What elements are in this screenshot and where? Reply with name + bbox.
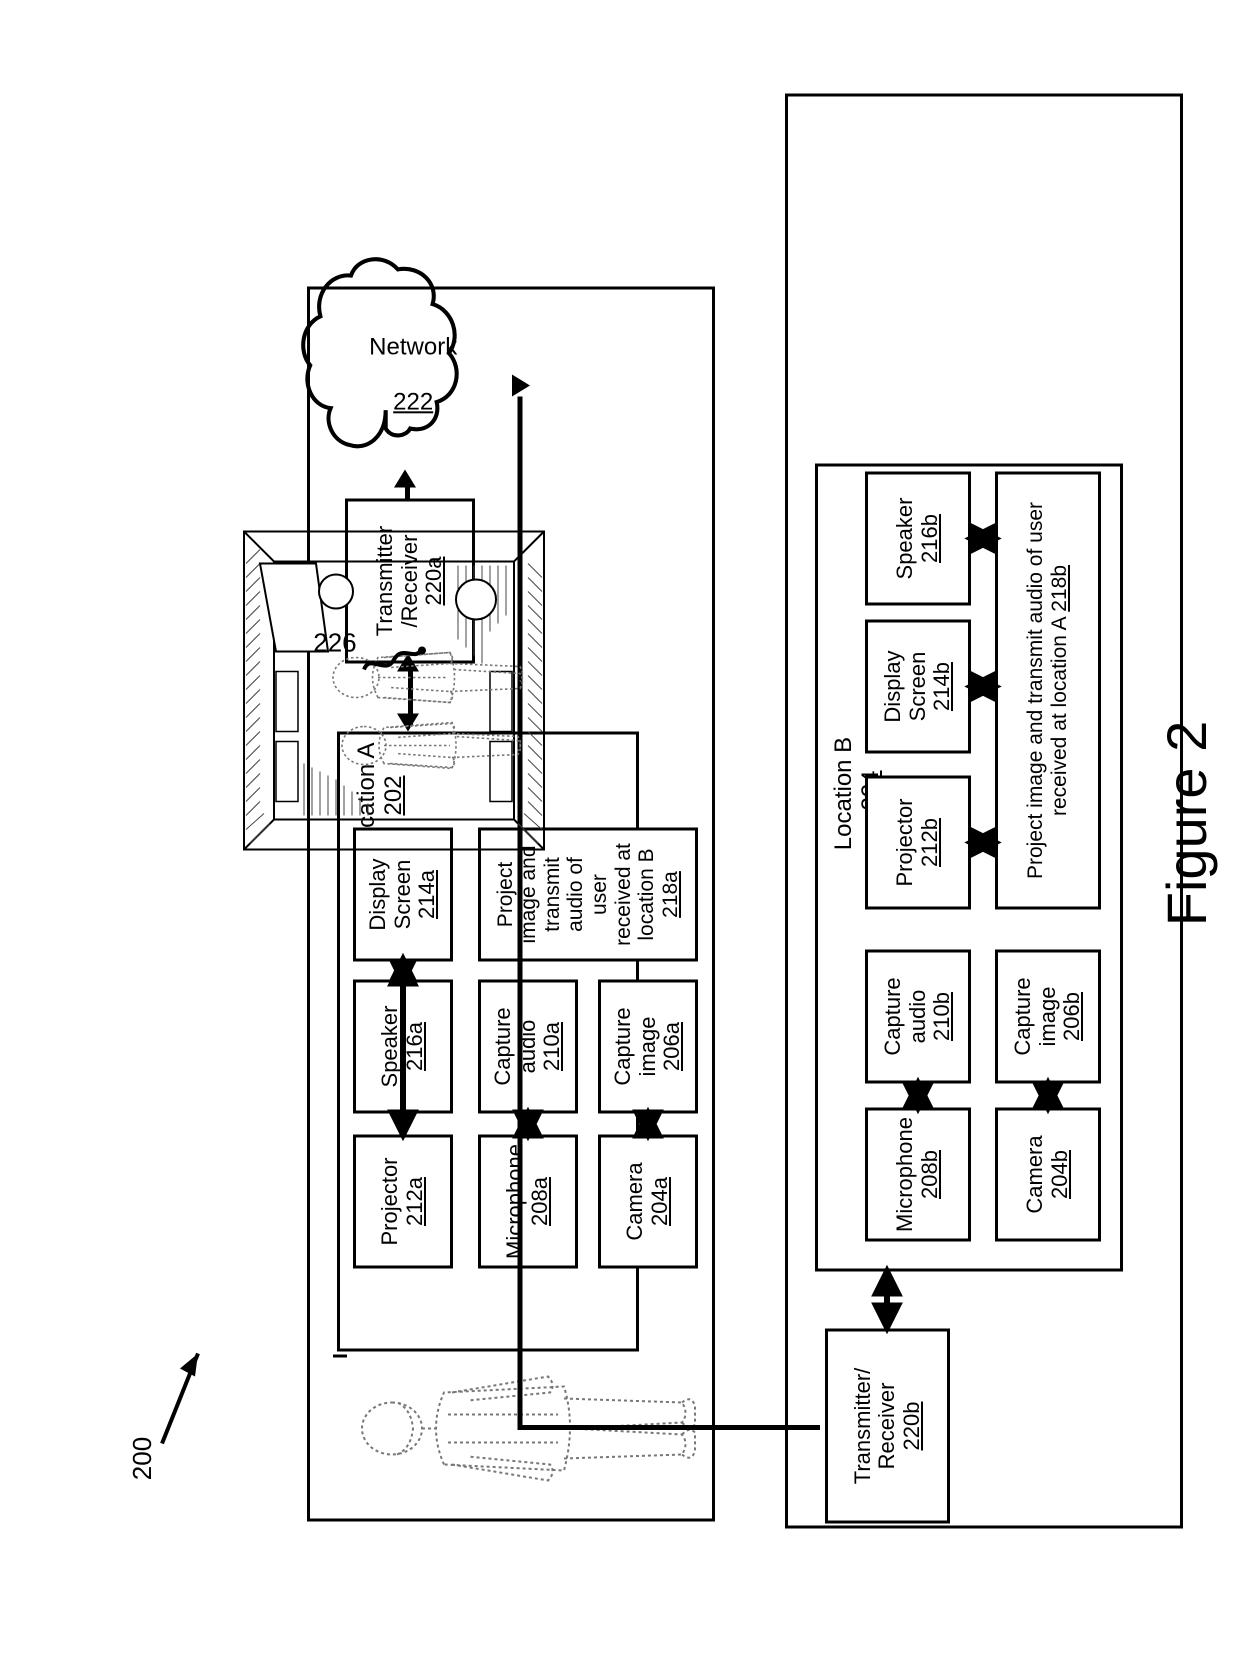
room-ref-226-label: 226 xyxy=(313,627,357,658)
figure-caption: Figure 2 xyxy=(1155,720,1218,926)
figure-canvas: 200 Network 222 Location A 202 Transmitt… xyxy=(0,0,1240,1673)
room-ref-226-leader xyxy=(362,646,426,671)
location-b-arrows xyxy=(902,522,1064,1114)
location-b-room-illustration xyxy=(243,530,545,850)
